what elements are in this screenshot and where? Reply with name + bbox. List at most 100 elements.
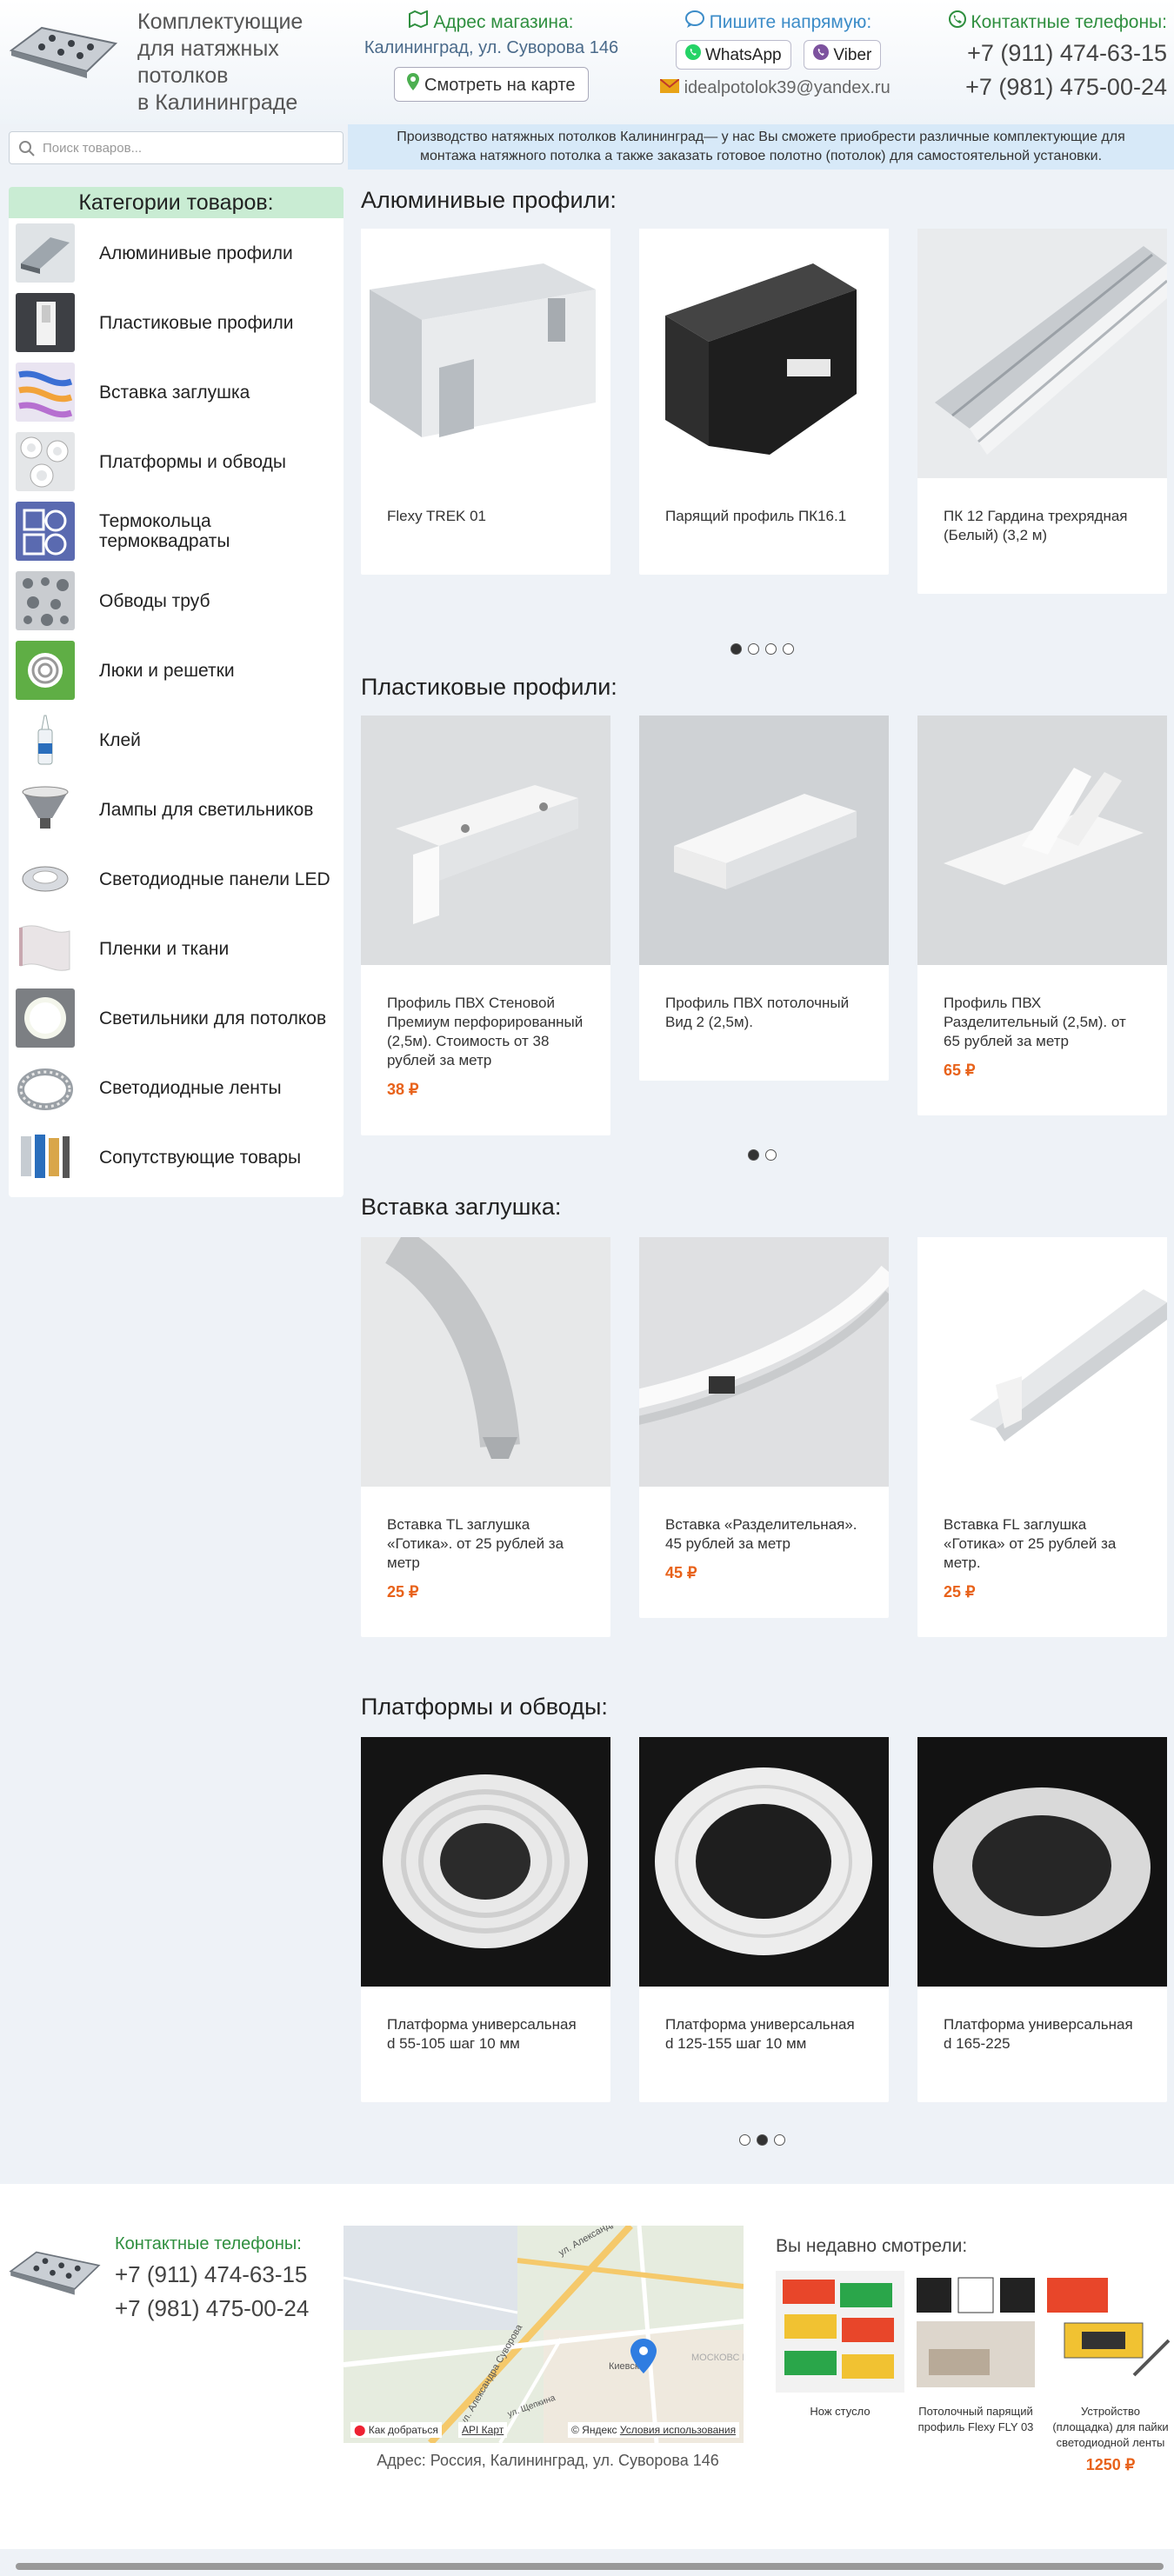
map-route-link[interactable]: ⬤ Как добраться [350,2422,442,2438]
product-name[interactable]: Вставка «Разделительная». 45 рублей за м… [639,1491,889,1554]
recent-item-name: Устройство (площадка) для пайки светодио… [1052,2405,1169,2449]
logo-icon[interactable] [7,17,120,78]
product-card[interactable]: Flexy TREK 01 [361,229,610,575]
sidebar-item-ceiling-lights[interactable]: Светильники для потолков [9,983,344,1053]
product-card[interactable]: Вставка FL заглушка «Готика» от 25 рубле… [917,1237,1167,1637]
phone-icon [948,10,966,28]
carousel-dot[interactable] [765,1149,777,1161]
footer-phone-2[interactable]: +7 (981) 475-00-24 [115,2295,309,2322]
product-image [361,229,610,478]
product-card[interactable]: Профиль ПВХ Разделительный (2,5м). от 65… [917,716,1167,1115]
product-image [917,1237,1167,1487]
map-api-link[interactable]: API Карт [458,2422,508,2438]
product-image [639,1737,889,1987]
glue-icon [16,710,75,769]
product-image [619,1237,897,1487]
section-title-platforms: Платформы и обводы: [361,1694,608,1720]
email-link[interactable]: idealpotolok39@yandex.ru [648,78,909,98]
carousel-dot[interactable] [757,2134,768,2146]
sidebar-item-pipe-bypass[interactable]: Обводы труб [9,566,344,636]
product-image [361,716,610,965]
sidebar-item-platforms[interactable]: Платформы и обводы [9,427,344,496]
product-card[interactable]: Платформа универсальная d 125-155 шаг 10… [639,1737,889,2102]
horizontal-scrollbar[interactable] [16,2563,1164,2570]
sidebar-item-accessories[interactable]: Сопутствующие товары [9,1122,344,1192]
phone-2[interactable]: +7 (981) 475-00-24 [939,74,1167,101]
product-name[interactable]: Профиль ПВХ потолочный Вид 2 (2,5м). [639,969,889,1032]
product-image [361,1737,610,1987]
chat-icon [684,10,704,28]
phone-1[interactable]: +7 (911) 474-63-15 [939,40,1167,67]
carousel-dot[interactable] [783,643,794,655]
section-title-aluminum: Алюминивые профили: [361,187,617,213]
carousel-dot[interactable] [739,2134,750,2146]
product-name[interactable]: Профиль ПВХ Стеновой Премиум перфорирова… [361,969,610,1070]
sidebar-item-glue[interactable]: Клей [9,705,344,775]
whatsapp-icon [684,44,701,60]
category-title: Категории товаров: [9,187,344,218]
footer-phone-1[interactable]: +7 (911) 474-63-15 [115,2261,309,2288]
product-image [639,229,889,478]
map-pin-small-icon: ⬤ [354,2424,366,2436]
yandex-map[interactable]: ул. Александра Суворова ул. Александра С… [344,2226,744,2443]
recent-item-price: 1250 ₽ [1085,2456,1136,2473]
footer-phones: Контактные телефоны: +7 (911) 474-63-15 … [115,2234,310,2322]
site-footer: Контактные телефоны: +7 (911) 474-63-15 … [0,2184,1174,2549]
messengers: Пишите напрямую: WhatsApp Viber idealpot… [648,10,909,98]
hatches-icon [16,641,75,700]
product-card[interactable]: Платформа универсальная d 55-105 шаг 10 … [361,1737,610,2102]
lamps-icon [16,780,75,839]
product-name[interactable]: Платформа универсальная d 55-105 шаг 10 … [361,1991,610,2053]
map-terms-link[interactable]: Условия использования [620,2424,736,2436]
product-card[interactable]: Профиль ПВХ Стеновой Премиум перфорирова… [361,716,610,1135]
sidebar-item-thermo-rings[interactable]: Термокольца термоквадраты [9,496,344,566]
sidebar-item-lamps[interactable]: Лампы для светильников [9,775,344,844]
carousel-dot[interactable] [730,643,742,655]
search-input[interactable]: Поиск товаров... [9,131,344,164]
recent-item[interactable]: Потолочный парящий профиль Flexy FLY 03 [911,2271,1040,2435]
product-name[interactable]: Профиль ПВХ Разделительный (2,5м). от 65… [917,969,1167,1051]
product-card[interactable]: Вставка TL заглушка «Готика». от 25 рубл… [361,1228,610,1637]
product-card[interactable]: ПК 12 Гардина трехрядная (Белый) (3,2 м) [917,229,1168,594]
sidebar-item-plastic-profiles[interactable]: Пластиковые профили [9,288,344,357]
recent-item-image [911,2271,1040,2393]
product-name[interactable]: ПК 12 Гардина трехрядная (Белый) (3,2 м) [917,483,1167,545]
sidebar-item-led-strips[interactable]: Светодиодные ленты [9,1053,344,1122]
sidebar-item-aluminum-profiles[interactable]: Алюминивые профили [9,218,344,288]
product-card[interactable]: Профиль ПВХ потолочный Вид 2 (2,5м). [639,716,889,1081]
viber-button[interactable]: Viber [804,40,882,70]
store-address: Адрес магазина: Калининград, ул. Суворов… [348,10,635,102]
carousel-dot[interactable] [765,643,777,655]
sidebar-item-insert-plug[interactable]: Вставка заглушка [9,357,344,427]
product-card[interactable]: Вставка «Разделительная». 45 рублей за м… [619,1237,897,1618]
brand-title[interactable]: Комплектующие для натяжных потолков в Ка… [137,9,303,116]
carousel-dot[interactable] [774,2134,785,2146]
sidebar-item-hatches[interactable]: Люки и решетки [9,636,344,705]
product-card[interactable]: Платформа универсальная d 165-225 [917,1737,1167,2102]
ceiling-lights-icon [16,988,75,1048]
product-card[interactable]: Парящий профиль ПК16.1 [639,229,889,575]
sidebar-item-films[interactable]: Пленки и ткани [9,914,344,983]
recent-item-name: Нож стусло [810,2405,870,2418]
map-icon [409,10,429,29]
product-name[interactable]: Парящий профиль ПК16.1 [639,483,889,526]
whatsapp-button[interactable]: WhatsApp [675,40,791,70]
footer-logo-icon[interactable] [7,2243,103,2295]
recent-item[interactable]: Устройство (площадка) для пайки светодио… [1047,2271,1174,2479]
recent-item-image [776,2271,904,2393]
thermo-rings-icon [16,502,75,561]
product-name[interactable]: Платформа универсальная d 125-155 шаг 10… [639,1991,889,2053]
sidebar-item-led-panels[interactable]: Светодиодные панели LED [9,844,344,914]
product-name[interactable]: Вставка TL заглушка «Готика». от 25 рубл… [361,1491,610,1573]
address-title: Адрес магазина: [433,12,574,32]
product-name[interactable]: Вставка FL заглушка «Готика» от 25 рубле… [917,1491,1167,1573]
product-name[interactable]: Flexy TREK 01 [361,483,610,526]
carousel-dot[interactable] [748,1149,759,1161]
product-price: 45 ₽ [665,1564,697,1581]
carousel-dot[interactable] [748,643,759,655]
product-image [639,716,889,965]
product-name[interactable]: Платформа универсальная d 165-225 [917,1991,1167,2053]
recent-item[interactable]: Нож стусло [776,2271,904,2420]
view-map-button[interactable]: Смотреть на карте [394,67,589,102]
insert-plug-icon [16,363,75,422]
